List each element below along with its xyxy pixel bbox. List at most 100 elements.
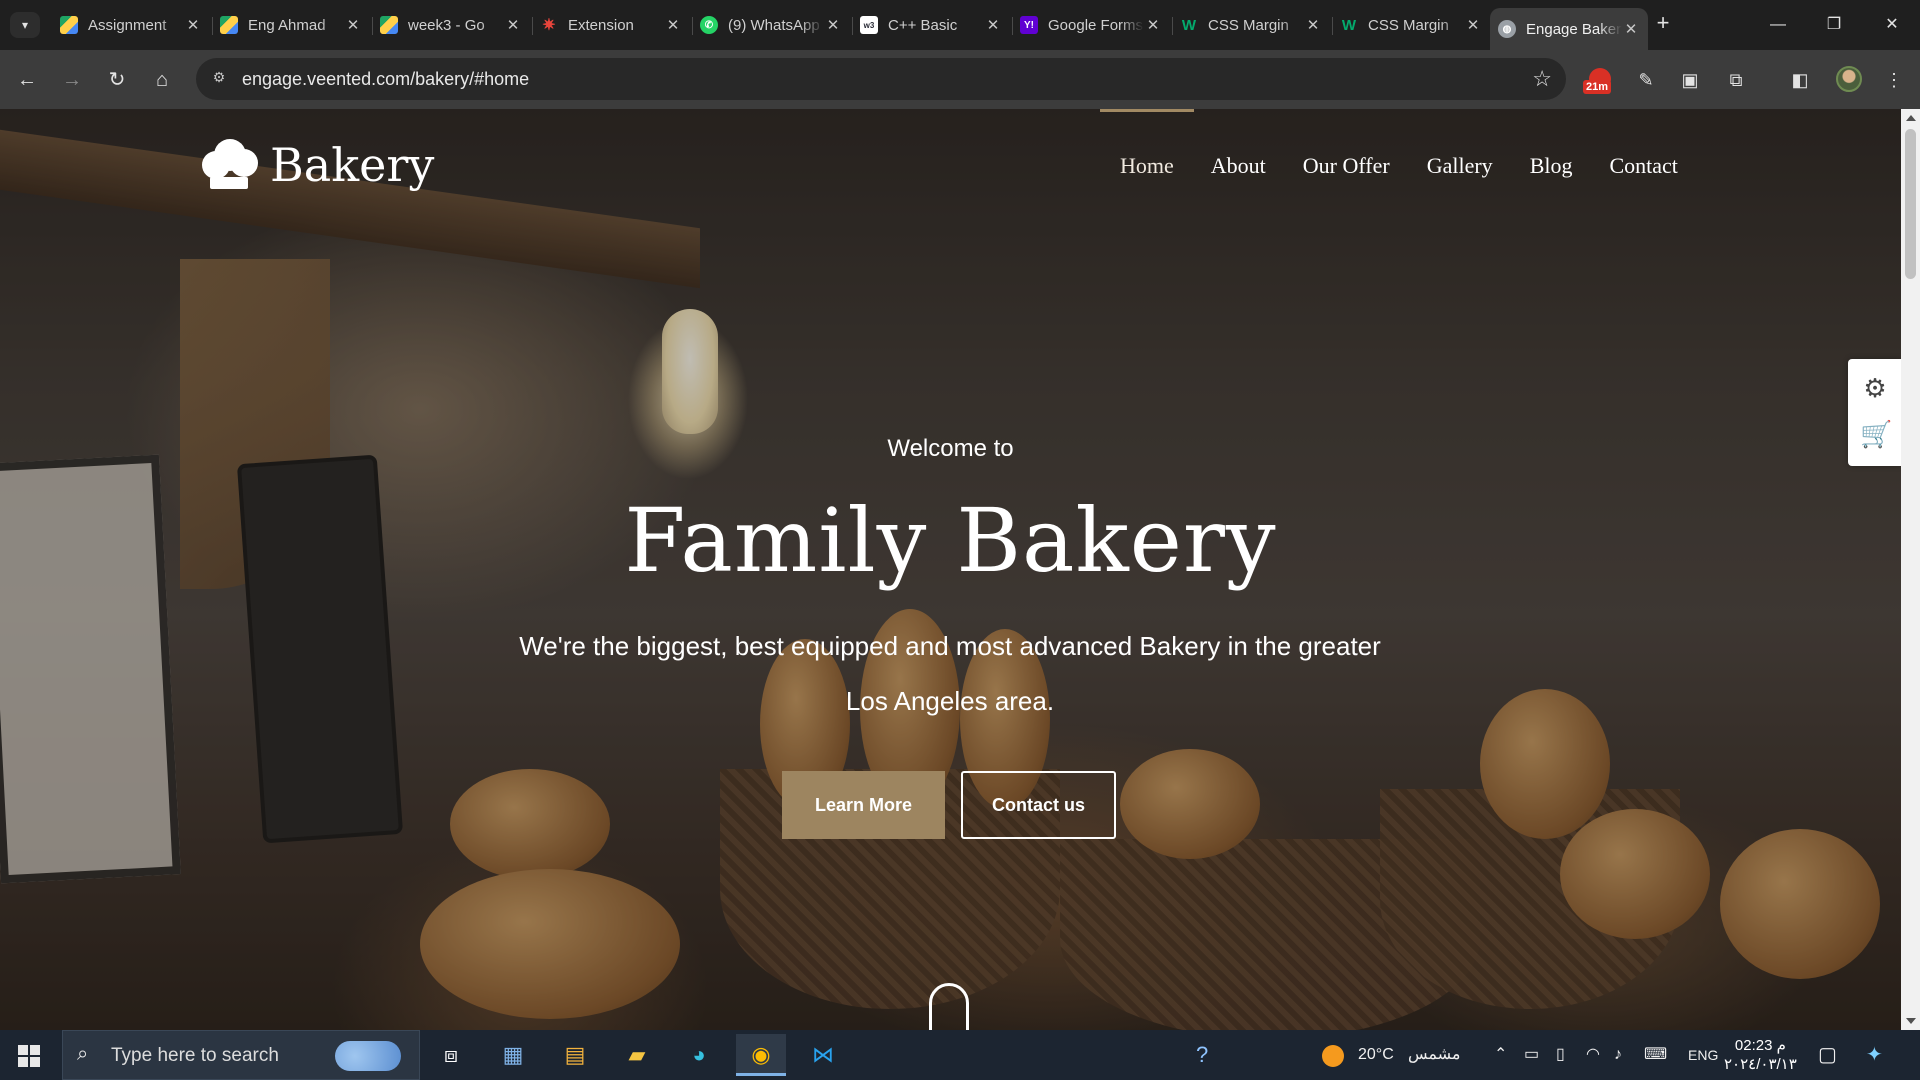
taskbar-search[interactable]: ⌕ Type here to search (62, 1030, 420, 1080)
nav-contact[interactable]: Contact (1609, 153, 1677, 179)
gears-icon[interactable]: ⚙ (1860, 373, 1890, 403)
nav-blog[interactable]: Blog (1530, 153, 1573, 179)
yahoo-icon: Y! (1020, 16, 1038, 34)
windows-taskbar: ⌕ Type here to search ⧈ ▦ ▤ ▰ ◕ ◉ ⋈ ? 20… (0, 1030, 1920, 1080)
close-tab-icon[interactable]: ✕ (984, 16, 1002, 34)
task-view-icon[interactable]: ⧈ (426, 1034, 476, 1076)
nav-about[interactable]: About (1211, 153, 1266, 179)
home-button[interactable]: ⌂ (147, 65, 177, 95)
close-tab-icon[interactable]: ✕ (664, 16, 682, 34)
close-tab-icon[interactable]: ✕ (824, 16, 842, 34)
close-tab-icon[interactable]: ✕ (504, 16, 522, 34)
back-button[interactable]: ← (12, 65, 42, 95)
whatsapp-icon: ✆ (700, 16, 718, 34)
timer-extension-button[interactable]: 21m (1583, 68, 1615, 98)
volume-icon[interactable]: ♪ (1614, 1030, 1622, 1080)
drive-icon (380, 16, 398, 34)
hero-section: Bakery Home About Our Offer Gallery Blog… (0, 109, 1901, 1030)
forward-button[interactable]: → (57, 65, 87, 95)
close-window-button[interactable]: ✕ (1872, 10, 1912, 40)
windows-start-icon[interactable] (18, 1045, 40, 1067)
tab-whatsapp[interactable]: ✆ (9) WhatsApp ✕ (692, 8, 850, 42)
taskbar-clock[interactable]: 02:23 م ٢٠٢٤/٠٣/١٣ (1724, 1036, 1797, 1074)
wifi-icon[interactable]: ◠ (1586, 1030, 1600, 1080)
url-text[interactable]: engage.veented.com/bakery/#home (242, 69, 529, 90)
tab-assignment[interactable]: Assignment ✕ (52, 8, 210, 42)
nav-home[interactable]: Home (1100, 109, 1194, 179)
tab-google-forms[interactable]: Y! Google Forms ✕ (1012, 8, 1170, 42)
main-navigation: Home About Our Offer Gallery Blog Contac… (1083, 109, 1678, 179)
site-settings-icon[interactable]: ⚙ (208, 69, 230, 89)
new-tab-button[interactable]: + (1651, 12, 1675, 36)
hero-pre-title: Welcome to (887, 435, 1014, 462)
device-icon[interactable]: ▯ (1556, 1030, 1565, 1080)
scrollbar-thumb[interactable] (1905, 129, 1916, 279)
timer-badge: 21m (1583, 80, 1612, 94)
hero-description: We're the biggest, best equipped and mos… (519, 631, 1381, 716)
learn-more-button[interactable]: Learn More (782, 771, 945, 839)
close-tab-icon[interactable]: ✕ (184, 16, 202, 34)
language-indicator[interactable]: ENG (1688, 1030, 1718, 1080)
close-tab-icon[interactable]: ✕ (1622, 20, 1640, 38)
brand-name: Bakery (270, 138, 435, 192)
scroll-down-icon[interactable] (929, 983, 969, 1030)
notifications-icon[interactable]: ▢ (1818, 1030, 1837, 1080)
scroll-up-arrow-icon[interactable] (1906, 115, 1916, 121)
tab-cpp-basic[interactable]: w3 C++ Basic ✕ (852, 8, 1010, 42)
tab-extension[interactable]: ✷ Extension ✕ (532, 8, 690, 42)
weather-cloud-icon (335, 1041, 401, 1071)
clock-date: ٢٠٢٤/٠٣/١٣ (1724, 1056, 1797, 1073)
reload-button[interactable]: ↻ (102, 65, 132, 95)
battery-icon[interactable]: ▭ (1524, 1030, 1539, 1080)
profile-avatar[interactable] (1836, 66, 1862, 92)
contact-us-button[interactable]: Contact us (961, 771, 1116, 839)
side-panel-icon[interactable]: ◧ (1786, 66, 1814, 94)
tab-title: CSS Margin (1208, 16, 1289, 34)
bookmark-star-icon[interactable]: ☆ (1532, 66, 1552, 92)
browser-toolbar: ← → ↻ ⌂ ⚙ engage.veented.com/bakery/#hom… (0, 50, 1920, 109)
tab-title: Eng Ahmad (248, 16, 326, 34)
clock-time: 02:23 م (1734, 1037, 1786, 1054)
tab-title: week3 - Go (408, 16, 485, 34)
minimize-button[interactable]: — (1758, 10, 1798, 40)
tab-css-margin-2[interactable]: W CSS Margin ✕ (1332, 8, 1490, 42)
tab-search-button[interactable]: ▾ (10, 12, 40, 38)
weather-temperature[interactable]: 20°C (1358, 1030, 1394, 1080)
tab-eng-ahmad[interactable]: Eng Ahmad ✕ (212, 8, 370, 42)
chrome-menu-icon[interactable]: ⋮ (1880, 66, 1908, 94)
file-explorer-icon[interactable]: ▰ (612, 1034, 662, 1076)
edge-icon[interactable]: ◕ (674, 1034, 724, 1076)
chrome-icon[interactable]: ◉ (736, 1034, 786, 1076)
restore-button[interactable]: ❐ (1814, 10, 1854, 40)
tab-engage-bakery[interactable]: ◍ Engage Bakery ✕ (1490, 8, 1648, 50)
microsoft-store-icon[interactable]: ▤ (550, 1034, 600, 1076)
vscode-icon[interactable]: ⋈ (798, 1034, 848, 1076)
close-tab-icon[interactable]: ✕ (1144, 16, 1162, 34)
tab-title: Assignment (88, 16, 167, 34)
tab-week3[interactable]: week3 - Go ✕ (372, 8, 530, 42)
extensions-puzzle-icon[interactable]: ⧉ (1722, 66, 1750, 94)
extension-icon[interactable]: ▣ (1676, 66, 1704, 94)
eyedropper-extension-icon[interactable]: ✎ (1632, 66, 1660, 94)
tab-title: CSS Margin (1368, 16, 1449, 34)
chef-hat-icon (196, 137, 262, 193)
close-tab-icon[interactable]: ✕ (344, 16, 362, 34)
nav-our-offer[interactable]: Our Offer (1303, 153, 1390, 179)
copilot-icon[interactable]: ✦ (1866, 1030, 1883, 1080)
drive-icon (220, 16, 238, 34)
scroll-down-arrow-icon[interactable] (1906, 1018, 1916, 1024)
tray-chevron-icon[interactable]: ⌃ (1494, 1030, 1507, 1080)
w3-green-icon: W (1181, 16, 1197, 34)
nav-gallery[interactable]: Gallery (1427, 153, 1493, 179)
tab-css-margin-1[interactable]: W CSS Margin ✕ (1172, 8, 1330, 42)
address-bar[interactable]: ⚙ engage.veented.com/bakery/#home ☆ (196, 58, 1566, 100)
help-icon[interactable]: ? (1196, 1030, 1208, 1080)
site-logo[interactable]: Bakery (196, 137, 434, 193)
keyboard-icon[interactable]: ⌨ (1644, 1030, 1667, 1080)
calculator-icon[interactable]: ▦ (488, 1034, 538, 1076)
weather-description[interactable]: مشمس (1408, 1030, 1461, 1080)
close-tab-icon[interactable]: ✕ (1464, 16, 1482, 34)
search-placeholder: Type here to search (111, 1045, 279, 1066)
close-tab-icon[interactable]: ✕ (1304, 16, 1322, 34)
page-scrollbar[interactable] (1901, 109, 1920, 1030)
